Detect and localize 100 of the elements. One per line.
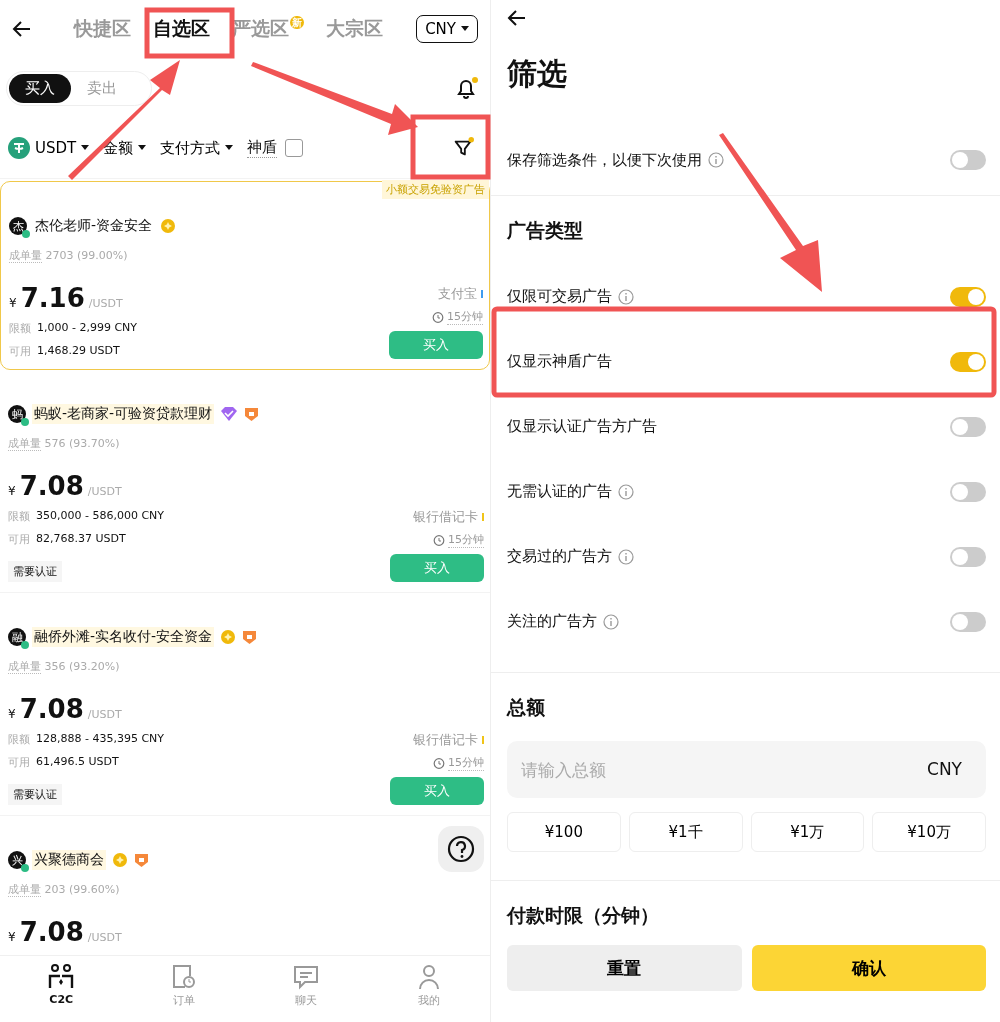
price-unit: /USDT xyxy=(88,297,123,310)
new-badge: 新 xyxy=(290,16,304,29)
caret-icon xyxy=(138,145,147,151)
payment-time: 15分钟 xyxy=(448,532,484,548)
toggle-switch[interactable] xyxy=(950,481,986,502)
available-label: 可用 xyxy=(8,532,30,547)
diamond-icon xyxy=(220,406,239,422)
amount-unit: CNY xyxy=(927,759,962,779)
reset-button[interactable]: 重置 xyxy=(507,945,742,991)
stats-value: 203 (99.60%) xyxy=(44,883,120,896)
merchant-name[interactable]: 蚂蚁-老商家-可验资贷款理财 xyxy=(32,404,215,424)
limit-label: 限额 xyxy=(8,732,30,747)
shield-checkbox[interactable] xyxy=(285,139,304,157)
currency-symbol: ¥ xyxy=(8,930,16,944)
toggle-switch[interactable] xyxy=(950,150,986,170)
currency-dropdown[interactable]: CNY xyxy=(416,15,478,43)
merchant-name[interactable]: 杰伦老师-资金安全 xyxy=(33,216,155,236)
order-clock-icon xyxy=(170,964,197,990)
medal-icon xyxy=(220,629,237,645)
people-icon xyxy=(47,964,76,990)
toggle-switch[interactable] xyxy=(950,416,986,437)
timer-icon xyxy=(432,311,444,323)
info-icon[interactable] xyxy=(618,548,634,565)
option-label: 仅显示神盾广告 xyxy=(507,352,612,371)
shield-badge-icon xyxy=(242,629,258,645)
section-title: 广告类型 xyxy=(507,218,584,243)
side-tab[interactable]: 买入 xyxy=(9,73,71,103)
section-title: 付款时限（分钟） xyxy=(507,903,660,928)
price: 7.08 xyxy=(19,471,84,501)
medal-icon xyxy=(160,218,177,234)
merchant-avatar: 融 xyxy=(8,628,26,646)
payment-method: 银行借记卡 xyxy=(413,508,478,526)
confirm-button[interactable]: 确认 xyxy=(751,945,986,991)
option-label: 交易过的广告方 xyxy=(507,547,612,566)
limit-value: 128,888 - 435,395 CNY xyxy=(36,732,165,747)
shield-label: 神盾 xyxy=(247,138,278,158)
featured-tag: 小额交易免验资广告 xyxy=(382,180,489,199)
merchant-avatar: 杰 xyxy=(9,217,27,235)
merchant-avatar: 蚂 xyxy=(8,405,26,423)
currency-symbol: ¥ xyxy=(8,484,16,498)
toggle-switch[interactable] xyxy=(950,286,986,307)
price-unit: /USDT xyxy=(87,708,122,721)
price: 7.16 xyxy=(20,283,85,313)
shield-badge-icon xyxy=(134,852,149,868)
available-label: 可用 xyxy=(9,344,31,359)
shield-badge-icon xyxy=(244,406,260,422)
filter-dropdown[interactable]: 支付方式 xyxy=(160,138,234,158)
toggle-switch[interactable] xyxy=(950,351,986,372)
available-value: 82,768.37 USDT xyxy=(36,532,126,547)
stats-label: 成单量 xyxy=(8,883,41,897)
currency-symbol: ¥ xyxy=(9,296,17,310)
option-label: 仅限可交易广告 xyxy=(507,287,612,306)
info-icon[interactable] xyxy=(618,483,634,500)
price: 7.08 xyxy=(19,694,84,724)
back-icon[interactable] xyxy=(507,8,527,28)
limit-label: 限额 xyxy=(9,321,31,336)
filter-dropdown[interactable]: USDT xyxy=(8,137,90,159)
merchant-avatar: 兴 xyxy=(8,851,26,869)
amount-chip[interactable]: ¥1万 xyxy=(750,812,865,852)
available-value: 1,468.29 USDT xyxy=(37,344,120,359)
help-button[interactable] xyxy=(438,826,484,872)
stats-value: 576 (93.70%) xyxy=(44,437,120,450)
price-unit: /USDT xyxy=(87,485,122,498)
toggle-switch[interactable] xyxy=(950,546,986,567)
stats-value: 356 (93.20%) xyxy=(44,660,120,673)
info-icon[interactable] xyxy=(618,288,634,305)
merchant-name[interactable]: 融侨外滩-实名收付-安全资金 xyxy=(32,627,215,647)
limit-label: 限额 xyxy=(8,509,30,524)
payment-method: 银行借记卡 xyxy=(413,731,478,749)
stats-label: 成单量 xyxy=(8,660,41,674)
nav-tab[interactable]: C2C xyxy=(0,956,123,1022)
chat-icon xyxy=(293,964,320,990)
toggle-switch[interactable] xyxy=(950,611,986,632)
price-unit: /USDT xyxy=(87,931,122,944)
amount-chip[interactable]: ¥10万 xyxy=(872,812,986,852)
section-title: 总额 xyxy=(507,695,546,720)
amount-chip[interactable]: ¥100 xyxy=(507,812,621,852)
amount-chip[interactable]: ¥1千 xyxy=(628,812,743,852)
caret-icon xyxy=(225,145,234,151)
stats-label: 成单量 xyxy=(8,437,41,451)
merchant-name[interactable]: 兴聚德商会 xyxy=(32,850,106,870)
stats-value: 2703 (99.00%) xyxy=(45,249,128,262)
bell-icon[interactable] xyxy=(454,76,478,100)
filter-dropdown[interactable]: 金额 xyxy=(103,138,147,158)
price: 7.08 xyxy=(19,917,84,947)
info-icon[interactable] xyxy=(603,613,619,630)
timer-icon xyxy=(433,534,445,546)
market-tab[interactable]: 自选区 xyxy=(151,16,212,42)
caret-icon xyxy=(81,145,90,151)
back-icon[interactable] xyxy=(12,19,32,39)
info-icon[interactable] xyxy=(708,152,724,168)
verification-tag: 需要认证 xyxy=(8,784,62,805)
caret-icon xyxy=(461,26,469,32)
limit-value: 1,000 - 2,999 CNY xyxy=(37,321,138,336)
currency-symbol: ¥ xyxy=(8,707,16,721)
payment-time: 15分钟 xyxy=(447,309,483,325)
limit-value: 350,000 - 586,000 CNY xyxy=(36,509,165,524)
available-label: 可用 xyxy=(8,755,30,770)
option-label: 仅显示认证广告方广告 xyxy=(507,417,657,436)
verification-tag: 需要认证 xyxy=(8,561,62,582)
